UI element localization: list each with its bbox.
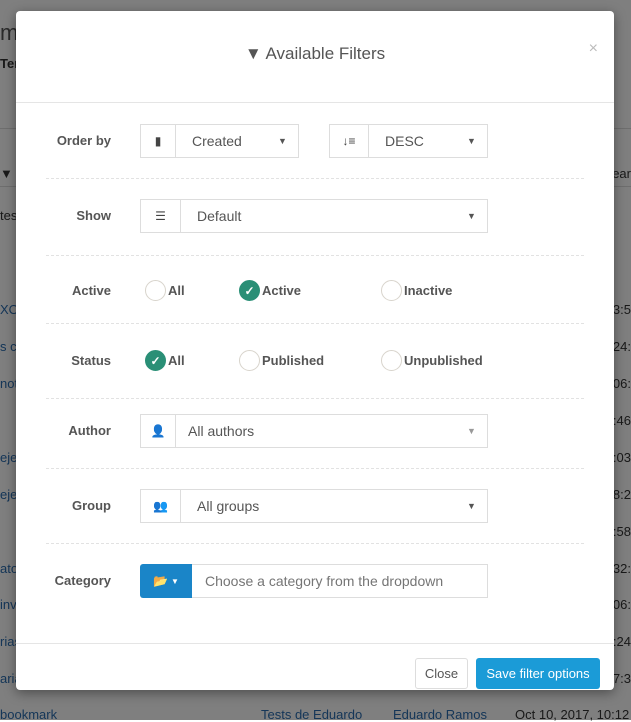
active-radio-inactive[interactable]: Inactive — [381, 280, 452, 301]
caret-down-icon: ▼ — [467, 501, 476, 511]
bookmark-icon: ▮ — [141, 125, 176, 157]
caret-down-icon: ▼ — [467, 426, 476, 436]
modal-title-text: Available Filters — [265, 44, 386, 63]
group-label: Group — [72, 498, 111, 513]
status-radio-all[interactable]: ✓ All — [145, 350, 185, 371]
check-icon: ✓ — [145, 350, 166, 371]
radio-label: All — [168, 353, 185, 368]
show-select[interactable]: ☰ Default ▼ — [140, 199, 488, 233]
filter-icon: ▼ — [244, 44, 262, 63]
filters-modal: ▼ Available Filters × Order by ▮ Created… — [16, 11, 614, 690]
caret-down-icon: ▼ — [467, 136, 476, 146]
close-icon[interactable]: × — [589, 40, 598, 58]
radio-label: Active — [262, 283, 302, 298]
folder-open-icon: 📂 — [153, 574, 169, 588]
order-by-select[interactable]: ▮ Created ▼ — [140, 124, 299, 158]
show-value: Default — [197, 208, 242, 224]
group-select[interactable]: 👥 All groups ▼ — [140, 489, 488, 523]
active-radio-all[interactable]: All — [145, 280, 185, 301]
check-icon: ✓ — [239, 280, 260, 301]
show-label: Show — [76, 208, 111, 223]
sort-amount-desc-icon: ↓≡ — [330, 125, 369, 157]
order-direction-value: DESC — [385, 133, 424, 149]
group-value: All groups — [197, 498, 260, 514]
users-icon: 👥 — [141, 490, 181, 522]
category-dropdown-button[interactable]: 📂 ▼ — [140, 564, 192, 598]
status-radio-unpublished[interactable]: Unpublished — [381, 350, 483, 371]
caret-down-icon: ▼ — [278, 136, 287, 146]
author-value: All authors — [188, 423, 255, 439]
order-by-value: Created — [192, 133, 242, 149]
radio-label: Inactive — [404, 283, 453, 298]
category-label: Category — [54, 573, 111, 588]
order-direction-select[interactable]: ↓≡ DESC ▼ — [329, 124, 488, 158]
caret-down-icon: ▼ — [171, 576, 179, 586]
close-button[interactable]: Close — [415, 658, 468, 689]
author-label: Author — [68, 423, 111, 438]
radio-label: Published — [262, 353, 325, 368]
user-icon: 👤 — [141, 415, 176, 447]
active-radio-active[interactable]: ✓ Active — [239, 280, 301, 301]
category-input[interactable] — [192, 564, 488, 598]
status-radio-published[interactable]: Published — [239, 350, 324, 371]
order-by-label: Order by — [56, 133, 111, 148]
list-icon: ☰ — [141, 200, 181, 232]
radio-label: Unpublished — [404, 353, 483, 368]
active-label: Active — [71, 283, 111, 298]
status-label: Status — [71, 353, 111, 368]
modal-title: ▼ Available Filters — [16, 44, 614, 64]
radio-label: All — [168, 283, 185, 298]
caret-down-icon: ▼ — [467, 211, 476, 221]
author-select[interactable]: 👤 All authors ▼ — [140, 414, 488, 448]
save-filter-options-button[interactable]: Save filter options — [476, 658, 600, 689]
